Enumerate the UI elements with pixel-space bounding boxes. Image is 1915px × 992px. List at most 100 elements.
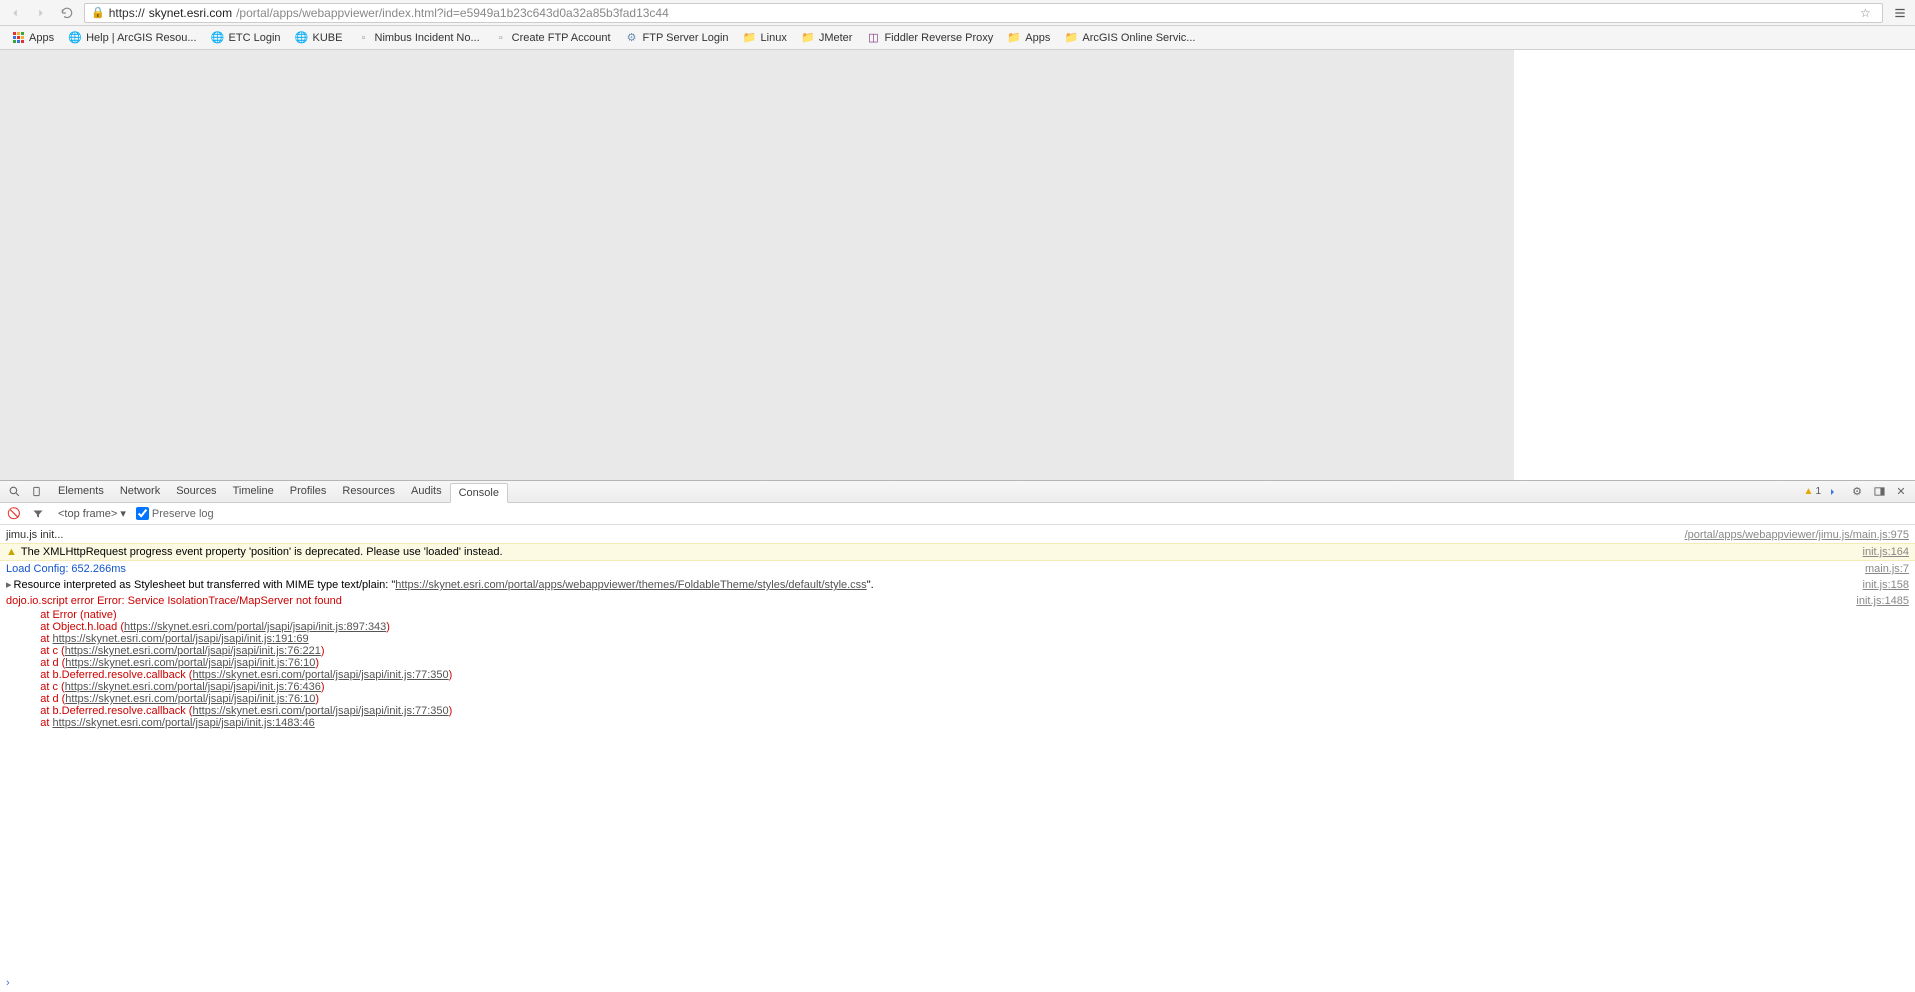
warning-icon: ▲ <box>1804 486 1814 497</box>
bookmark-icon: 🌐 <box>68 31 82 45</box>
console-line: ▸Resource interpreted as Stylesheet but … <box>0 577 1915 593</box>
bookmark-label: Create FTP Account <box>512 32 611 44</box>
devtools-tab-profiles[interactable]: Profiles <box>282 482 335 502</box>
devtools-tab-console[interactable]: Console <box>450 483 508 503</box>
bookmark-icon: ⚙ <box>625 31 639 45</box>
stack-link[interactable]: https://skynet.esri.com/portal/jsapi/jsa… <box>65 645 321 657</box>
bookmark-label: FTP Server Login <box>643 32 729 44</box>
bookmark-item[interactable]: ⚙ FTP Server Login <box>620 29 734 47</box>
clear-console-icon[interactable]: 🚫 <box>6 507 22 520</box>
bookmark-item[interactable]: ▫ Nimbus Incident No... <box>352 29 485 47</box>
bookmark-item[interactable]: 📁 Apps <box>1002 29 1055 47</box>
source-link[interactable]: /portal/apps/webappviewer/jimu.js/main.j… <box>1673 528 1909 542</box>
stack-frame: at d (https://skynet.esri.com/portal/jsa… <box>0 657 1915 669</box>
devtools-panel: ElementsNetworkSourcesTimelineProfilesRe… <box>0 480 1915 992</box>
chrome-menu-button[interactable] <box>1891 4 1909 22</box>
resource-link[interactable]: https://skynet.esri.com/portal/apps/weba… <box>395 579 866 591</box>
devtools-tabs: ElementsNetworkSourcesTimelineProfilesRe… <box>0 481 1915 503</box>
frame-selector[interactable]: <top frame> ▾ <box>58 507 126 520</box>
bookmark-label: Fiddler Reverse Proxy <box>884 32 993 44</box>
source-link[interactable]: main.js:7 <box>1853 562 1909 576</box>
source-link[interactable]: init.js:164 <box>1851 545 1909 559</box>
bookmark-item[interactable]: ◫ Fiddler Reverse Proxy <box>861 29 998 47</box>
devtools-tab-network[interactable]: Network <box>112 482 168 502</box>
stack-link[interactable]: https://skynet.esri.com/portal/jsapi/jsa… <box>192 705 448 717</box>
bookmark-item[interactable]: 🌐Help | ArcGIS Resou... <box>63 29 201 47</box>
preserve-log-checkbox[interactable]: Preserve log <box>136 507 214 520</box>
page-content-right <box>1514 50 1915 480</box>
close-devtools-icon[interactable]: ✕ <box>1893 484 1909 500</box>
console-error: dojo.io.script error Error: Service Isol… <box>0 593 1915 609</box>
lock-icon: 🔒 <box>91 6 105 19</box>
bookmark-star-icon[interactable]: ☆ <box>1860 6 1876 20</box>
devtools-tab-elements[interactable]: Elements <box>50 482 112 502</box>
bookmark-label: Linux <box>761 32 787 44</box>
console-toolbar: 🚫 <top frame> ▾ Preserve log <box>0 503 1915 525</box>
console-line: Load Config: 652.266msmain.js:7 <box>0 561 1915 577</box>
stack-frame: at b.Deferred.resolve.callback (https://… <box>0 669 1915 681</box>
address-bar[interactable]: 🔒 https:// skynet.esri.com/portal/apps/we… <box>84 3 1883 23</box>
bookmark-label: Apps <box>29 32 54 44</box>
bookmark-icon: ◫ <box>866 31 880 45</box>
bookmark-icon: ▫ <box>357 31 371 45</box>
bookmark-label: ArcGIS Online Servic... <box>1082 32 1195 44</box>
devtools-tab-resources[interactable]: Resources <box>334 482 403 502</box>
devtools-tab-sources[interactable]: Sources <box>168 482 224 502</box>
devtools-tab-audits[interactable]: Audits <box>403 482 450 502</box>
bookmark-label: Nimbus Incident No... <box>375 32 480 44</box>
stack-frame: at https://skynet.esri.com/portal/jsapi/… <box>0 717 1915 729</box>
expand-icon[interactable]: ▸ <box>6 579 12 591</box>
console-line: ▲The XMLHttpRequest progress event prope… <box>0 543 1915 561</box>
stack-frame: at d (https://skynet.esri.com/portal/jsa… <box>0 693 1915 705</box>
bookmark-item[interactable]: Apps <box>6 29 59 47</box>
settings-gear-icon[interactable]: ⚙ <box>1849 484 1865 500</box>
stack-link[interactable]: https://skynet.esri.com/portal/jsapi/jsa… <box>192 669 448 681</box>
url-path: /portal/apps/webappviewer/index.html?id=… <box>236 6 669 20</box>
warning-count: 1 <box>1815 486 1821 497</box>
inspect-icon[interactable] <box>6 484 22 500</box>
bookmark-icon: 📁 <box>1064 31 1078 45</box>
console-output[interactable]: jimu.js init.../portal/apps/webappviewer… <box>0 525 1915 974</box>
bookmark-label: Apps <box>1025 32 1050 44</box>
prompt-caret-icon: › <box>6 977 10 989</box>
stack-frame: at b.Deferred.resolve.callback (https://… <box>0 705 1915 717</box>
stack-frame: at c (https://skynet.esri.com/portal/jsa… <box>0 681 1915 693</box>
filter-icon[interactable] <box>32 508 48 520</box>
back-button[interactable] <box>6 4 24 22</box>
forward-button[interactable] <box>32 4 50 22</box>
browser-nav-bar: 🔒 https:// skynet.esri.com/portal/apps/we… <box>0 0 1915 26</box>
bookmark-item[interactable]: 📁 ArcGIS Online Servic... <box>1059 29 1200 47</box>
stack-link[interactable]: https://skynet.esri.com/portal/jsapi/jsa… <box>65 693 315 705</box>
bookmark-icon: 📁 <box>1007 31 1021 45</box>
bookmarks-bar: Apps🌐Help | ArcGIS Resou...🌐ETC Login🌐KU… <box>0 26 1915 50</box>
stack-link[interactable]: https://skynet.esri.com/portal/jsapi/jsa… <box>52 717 314 729</box>
bookmark-label: KUBE <box>313 32 343 44</box>
stack-link[interactable]: https://skynet.esri.com/portal/jsapi/jsa… <box>65 681 321 693</box>
source-link[interactable]: init.js:1485 <box>1844 594 1909 608</box>
url-domain: skynet.esri.com <box>149 6 232 20</box>
stack-link[interactable]: https://skynet.esri.com/portal/jsapi/jsa… <box>65 657 315 669</box>
device-mode-icon[interactable] <box>28 484 44 500</box>
stack-link[interactable]: https://skynet.esri.com/portal/jsapi/jsa… <box>52 633 308 645</box>
page-content <box>0 50 1514 480</box>
bookmark-item[interactable]: 📁 Linux <box>738 29 792 47</box>
bookmark-icon: 📁 <box>801 31 815 45</box>
warning-count-badge[interactable]: ▲1 <box>1804 486 1821 497</box>
reload-button[interactable] <box>58 4 76 22</box>
bookmark-item[interactable]: ▫Create FTP Account <box>489 29 616 47</box>
bookmark-item[interactable]: 🌐ETC Login <box>206 29 286 47</box>
stack-link[interactable]: https://skynet.esri.com/portal/jsapi/jsa… <box>124 621 386 633</box>
console-prompt[interactable]: › <box>0 974 1915 992</box>
bookmark-icon <box>11 31 25 45</box>
source-link[interactable]: init.js:158 <box>1851 578 1909 592</box>
show-drawer-icon[interactable] <box>1827 484 1843 500</box>
bookmark-item[interactable]: 📁JMeter <box>796 29 858 47</box>
bookmark-icon: 🌐 <box>211 31 225 45</box>
stack-frame: at Error (native) <box>0 609 1915 621</box>
bookmark-icon: 📁 <box>743 31 757 45</box>
devtools-tab-timeline[interactable]: Timeline <box>225 482 282 502</box>
bookmark-item[interactable]: 🌐KUBE <box>290 29 348 47</box>
stack-frame: at https://skynet.esri.com/portal/jsapi/… <box>0 633 1915 645</box>
dock-side-icon[interactable] <box>1871 484 1887 500</box>
url-scheme: https:// <box>109 6 145 20</box>
